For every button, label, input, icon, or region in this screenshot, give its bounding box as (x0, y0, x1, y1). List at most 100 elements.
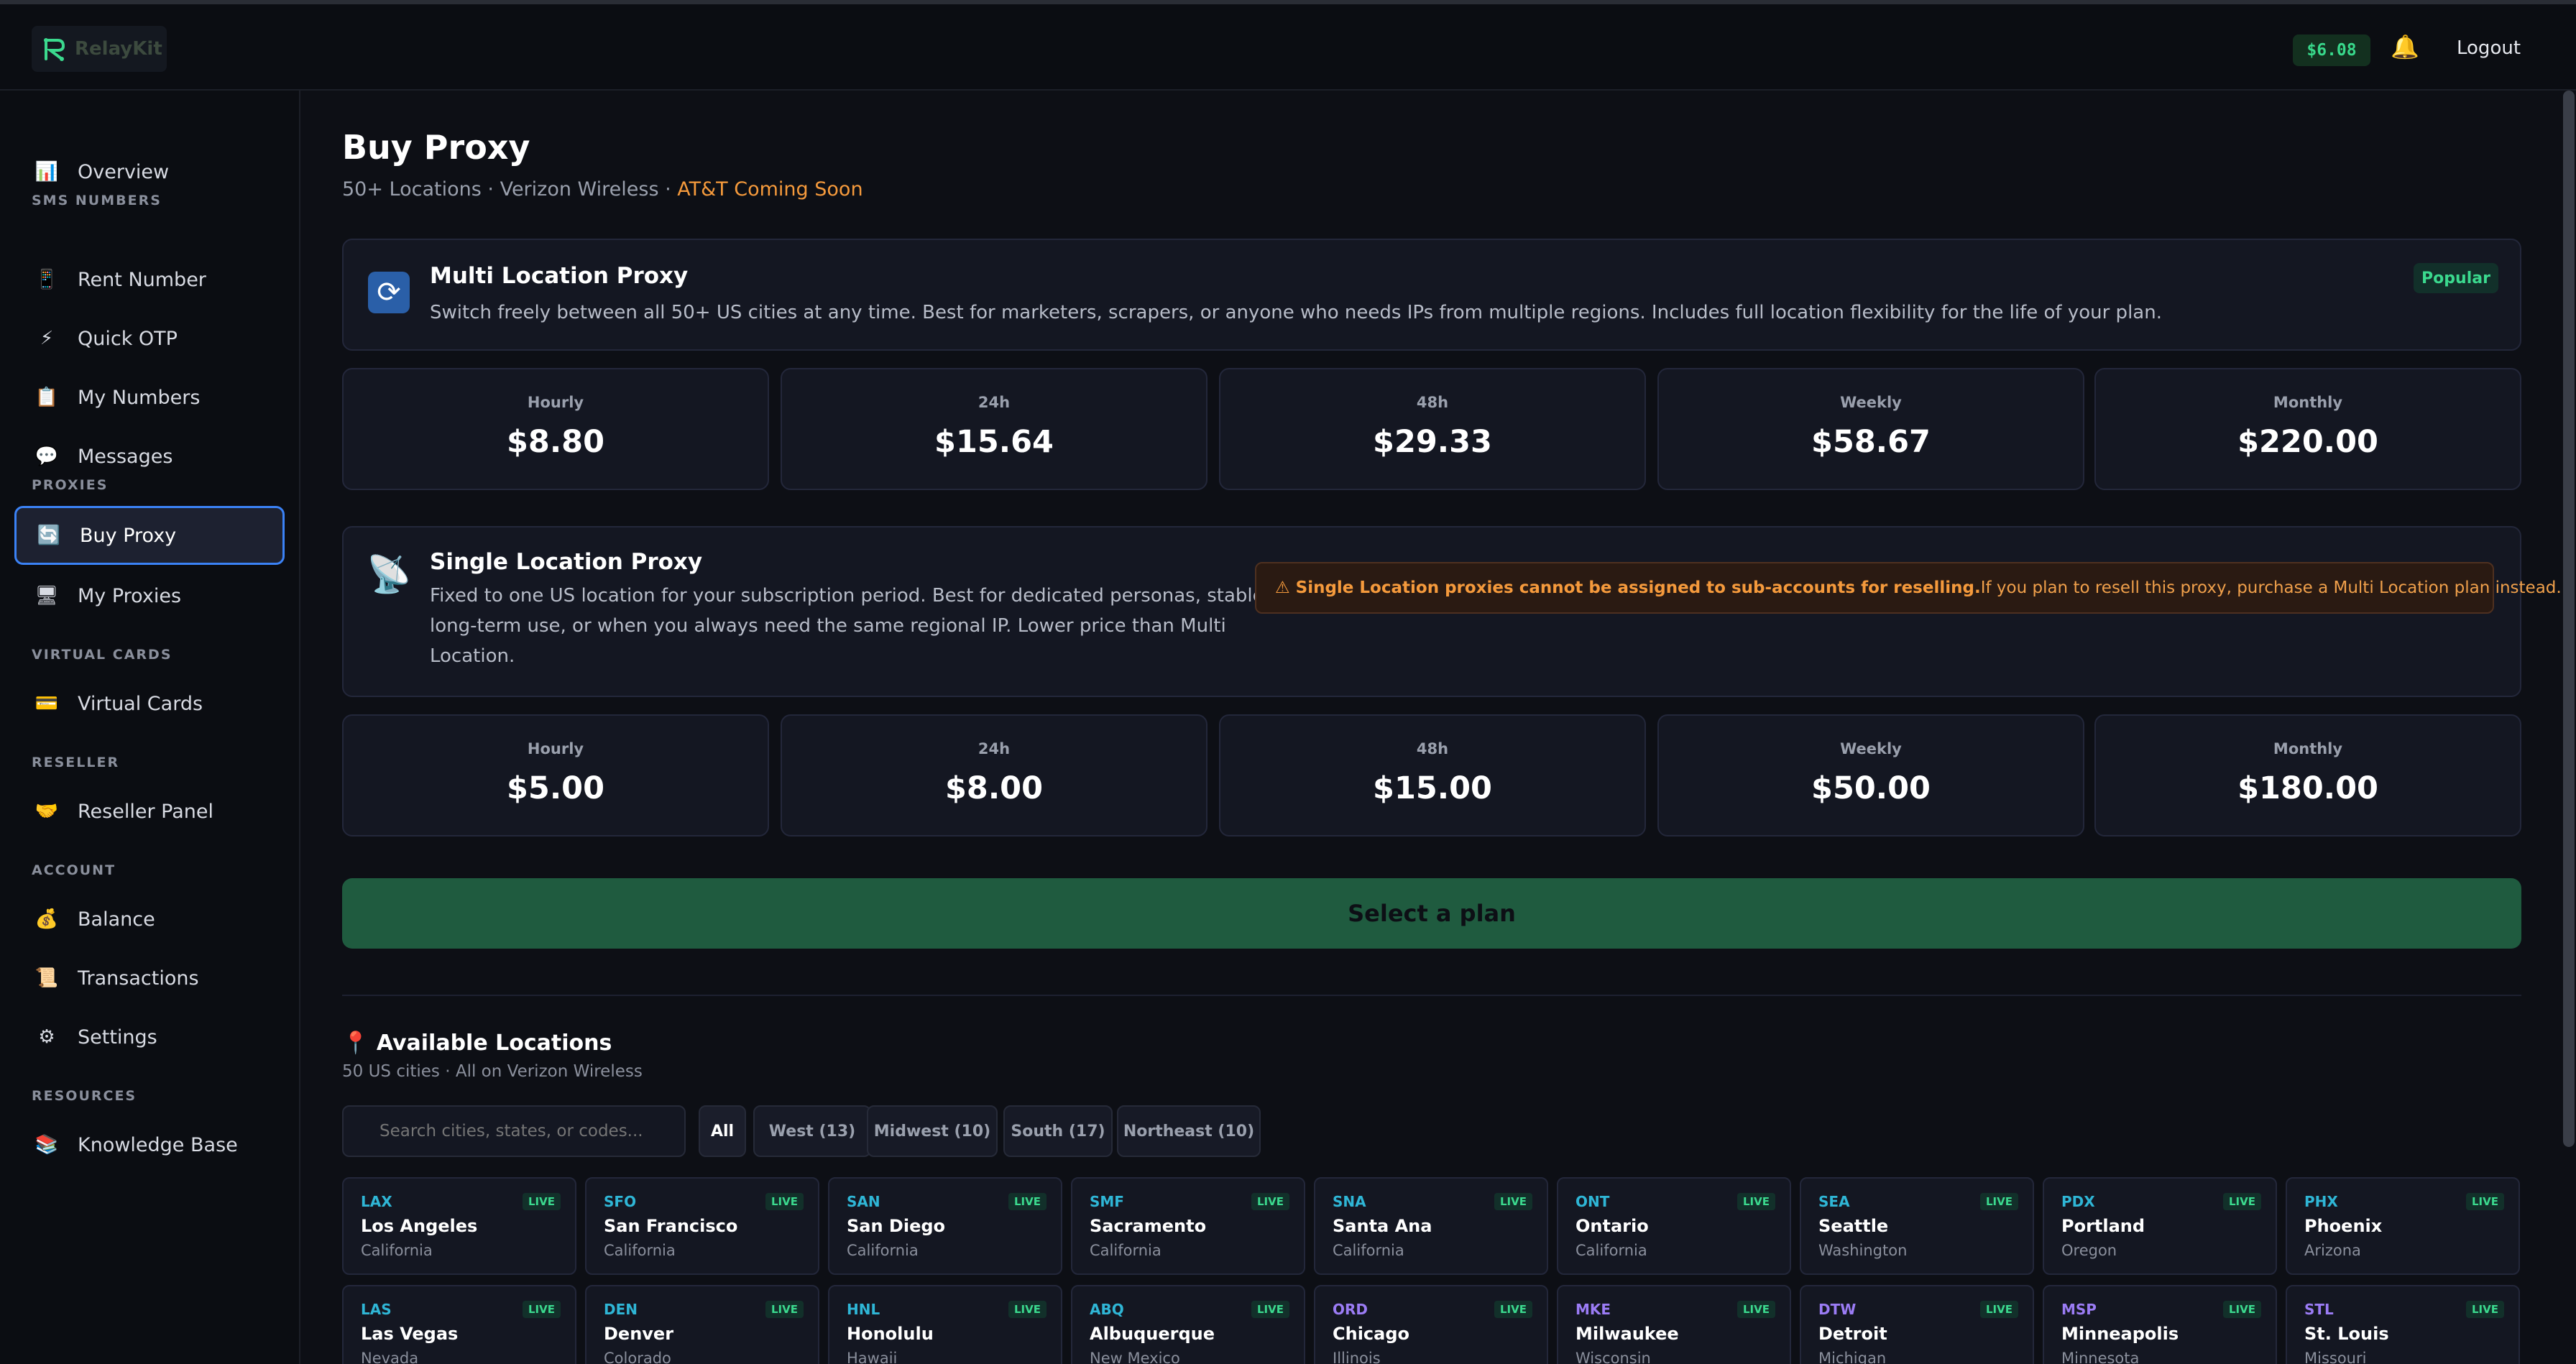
location-card[interactable]: PDX LIVE Portland Oregon (2043, 1177, 2277, 1275)
location-card[interactable]: ONT LIVE Ontario California (1557, 1177, 1791, 1275)
sidebar-item-reseller-panel[interactable]: 🤝 Reseller Panel (14, 782, 285, 841)
single-price-24h[interactable]: 24h $8.00 (781, 714, 1208, 837)
live-badge: LIVE (1251, 1193, 1289, 1210)
sidebar-item-quick-otp[interactable]: ⚡ Quick OTP (14, 309, 285, 368)
sidebar-item-buy-proxy[interactable]: 🔄 Buy Proxy (14, 506, 285, 565)
location-card[interactable]: PHX LIVE Phoenix Arizona (2286, 1177, 2520, 1275)
location-state: Minnesota (2061, 1350, 2140, 1364)
location-card[interactable]: DEN LIVE Denver Colorado (585, 1285, 819, 1364)
clipboard-icon: 📋 (34, 387, 59, 408)
single-price-weekly[interactable]: Weekly $50.00 (1657, 714, 2084, 837)
live-badge: LIVE (523, 1301, 561, 1318)
phone-icon: 📱 (34, 269, 59, 290)
location-state: Nevada (361, 1350, 419, 1364)
location-city: San Diego (847, 1216, 946, 1236)
multi-price-weekly[interactable]: Weekly $58.67 (1657, 368, 2084, 490)
section-label-resources: RESOURCES (32, 1088, 137, 1104)
location-code: ABQ (1090, 1301, 1124, 1318)
location-state: Hawaii (847, 1350, 898, 1364)
location-card[interactable]: SMF LIVE Sacramento California (1071, 1177, 1305, 1275)
live-badge: LIVE (1737, 1193, 1775, 1210)
location-card[interactable]: ABQ LIVE Albuquerque New Mexico (1071, 1285, 1305, 1364)
live-badge: LIVE (1494, 1301, 1532, 1318)
location-code: MKE (1576, 1301, 1611, 1318)
location-code: SAN (847, 1193, 880, 1210)
logo-icon (39, 33, 70, 65)
multi-price-24h[interactable]: 24h $15.64 (781, 368, 1208, 490)
locations-subtitle: 50 US cities · All on Verizon Wireless (342, 1062, 643, 1081)
location-card[interactable]: LAS LIVE Las Vegas Nevada (342, 1285, 576, 1364)
live-badge: LIVE (1251, 1301, 1289, 1318)
location-search-input[interactable] (342, 1105, 686, 1157)
logo-text: RelayKit (75, 38, 162, 60)
multi-location-card[interactable]: ⟳ Multi Location Proxy Switch freely bet… (342, 239, 2521, 351)
section-label-virtual-cards: VIRTUAL CARDS (32, 647, 172, 663)
live-badge: LIVE (2466, 1301, 2504, 1318)
live-badge: LIVE (1980, 1301, 2018, 1318)
location-state: California (847, 1242, 919, 1259)
location-code: LAX (361, 1193, 392, 1210)
location-card[interactable]: MSP LIVE Minneapolis Minnesota (2043, 1285, 2277, 1364)
location-city: San Francisco (604, 1216, 738, 1236)
balance-badge[interactable]: $6.08 (2293, 34, 2370, 66)
location-city: Seattle (1818, 1216, 1889, 1236)
location-card[interactable]: ORD LIVE Chicago Illinois (1314, 1285, 1548, 1364)
location-card[interactable]: LAX LIVE Los Angeles California (342, 1177, 576, 1275)
sidebar-item-my-numbers[interactable]: 📋 My Numbers (14, 368, 285, 427)
location-card[interactable]: SNA LIVE Santa Ana California (1314, 1177, 1548, 1275)
single-price-hourly[interactable]: Hourly $5.00 (342, 714, 769, 837)
scroll-icon: 📜 (34, 967, 59, 989)
location-code: STL (2304, 1301, 2334, 1318)
multi-price-48h[interactable]: 48h $29.33 (1219, 368, 1646, 490)
live-badge: LIVE (765, 1193, 804, 1210)
location-card[interactable]: SAN LIVE San Diego California (828, 1177, 1062, 1275)
filter-midwest[interactable]: Midwest (10) (867, 1105, 998, 1157)
sidebar-item-rent-number[interactable]: 📱 Rent Number (14, 250, 285, 309)
location-card[interactable]: HNL LIVE Honolulu Hawaii (828, 1285, 1062, 1364)
filter-west[interactable]: West (13) (753, 1105, 871, 1157)
location-city: Albuquerque (1090, 1324, 1215, 1344)
single-location-desc-line2: long-term use, or when you always need t… (430, 615, 1226, 637)
multi-price-monthly[interactable]: Monthly $220.00 (2094, 368, 2521, 490)
section-label-reseller: RESELLER (32, 755, 120, 770)
select-plan-button[interactable]: Select a plan (342, 878, 2521, 949)
location-card[interactable]: SFO LIVE San Francisco California (585, 1177, 819, 1275)
sidebar-item-virtual-cards[interactable]: 💳 Virtual Cards (14, 674, 285, 733)
top-bar: RelayKit $6.08 🔔 Logout (0, 0, 2576, 91)
location-city: Ontario (1576, 1216, 1649, 1236)
sidebar-item-balance[interactable]: 💰 Balance (14, 890, 285, 949)
location-card[interactable]: MKE LIVE Milwaukee Wisconsin (1557, 1285, 1791, 1364)
location-code: SNA (1333, 1193, 1366, 1210)
location-card[interactable]: DTW LIVE Detroit Michigan (1800, 1285, 2034, 1364)
sidebar-item-settings[interactable]: ⚙ Settings (14, 1008, 285, 1066)
location-state: Michigan (1818, 1350, 1887, 1364)
location-city: Denver (604, 1324, 674, 1344)
logout-button[interactable]: Logout (2457, 37, 2521, 59)
bell-icon[interactable]: 🔔 (2391, 33, 2419, 60)
sidebar-item-transactions[interactable]: 📜 Transactions (14, 949, 285, 1008)
live-badge: LIVE (523, 1193, 561, 1210)
location-code: PHX (2304, 1193, 2338, 1210)
location-code: SEA (1818, 1193, 1850, 1210)
sidebar-item-my-proxies[interactable]: 🖥 My Proxies (14, 566, 285, 625)
single-price-48h[interactable]: 48h $15.00 (1219, 714, 1646, 837)
location-state: California (1090, 1242, 1162, 1259)
filter-south[interactable]: South (17) (1003, 1105, 1113, 1157)
location-card[interactable]: SEA LIVE Seattle Washington (1800, 1177, 2034, 1275)
location-state: Wisconsin (1576, 1350, 1651, 1364)
single-price-monthly[interactable]: Monthly $180.00 (2094, 714, 2521, 837)
location-city: Minneapolis (2061, 1324, 2179, 1344)
app-logo[interactable]: RelayKit (32, 26, 167, 72)
filter-all[interactable]: All (699, 1105, 746, 1157)
lightning-icon: ⚡ (40, 328, 54, 349)
page-title: Buy Proxy (342, 128, 530, 167)
locations-title: 📍 Available Locations (342, 1031, 612, 1056)
sidebar-item-knowledge-base[interactable]: 📚 Knowledge Base (14, 1115, 285, 1174)
location-code: ORD (1333, 1301, 1368, 1318)
filter-northeast[interactable]: Northeast (10) (1117, 1105, 1261, 1157)
speech-bubble-icon: 💬 (34, 446, 59, 467)
location-card[interactable]: STL LIVE St. Louis Missouri (2286, 1285, 2520, 1364)
location-city: Milwaukee (1576, 1324, 1679, 1344)
scrollbar[interactable] (2563, 91, 2575, 1147)
multi-price-hourly[interactable]: Hourly $8.80 (342, 368, 769, 490)
